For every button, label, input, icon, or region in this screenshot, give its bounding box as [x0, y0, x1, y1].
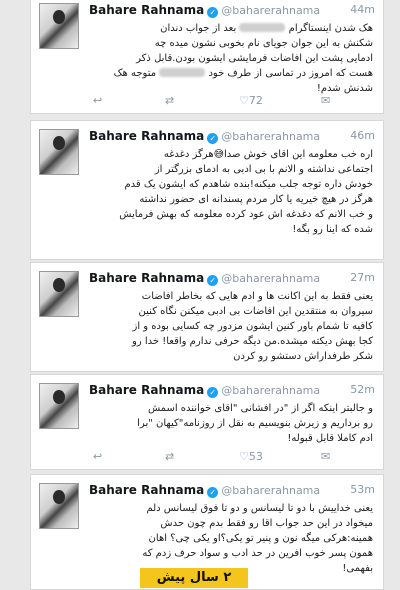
message-icon[interactable]: ✉: [321, 449, 330, 465]
tweet-line: اجتماعی نداشته و الانم با بی ادبی به ادم…: [154, 164, 373, 175]
tweet-line: هک شدن اینستاگرام بعد از جواب دندان: [160, 23, 373, 34]
tweet-line: و جالبتر اینکه اگر از "در افشانی "اقای خ…: [147, 403, 373, 414]
tweet-line: ادمایی پشت این افاضات فرمایشی ایشون بودن…: [136, 53, 373, 64]
retweet-icon[interactable]: ⇄: [165, 93, 174, 109]
verified-badge-icon: ✓: [207, 387, 219, 398]
blurred-name: [159, 68, 206, 77]
avatar[interactable]: [39, 129, 79, 175]
avatar[interactable]: [39, 383, 79, 429]
time-ago-banner: ۲ سال پیش: [140, 568, 248, 588]
timestamp[interactable]: 53m: [350, 481, 375, 499]
reply-icon[interactable]: ↩: [93, 449, 102, 465]
tweet-line: رو برداریم و زیرش بنویسیم به نقل از روزن…: [137, 418, 373, 429]
timestamp[interactable]: 27m: [350, 269, 375, 287]
handle[interactable]: @baharerahnama: [221, 130, 320, 143]
tweet-line: کجا بهش دیکته میشده.من دیگه حرفی ندارم و…: [132, 336, 373, 347]
tweet-line: شده که اینا رو بگه!: [292, 224, 373, 235]
tweet-header: Bahare Rahnama ✓ @baharerahnama 52m: [89, 381, 375, 399]
tweet-line: میخواد در این حد جواب اقا رو فقط بدم چون…: [160, 518, 373, 529]
avatar[interactable]: [39, 3, 79, 49]
verified-badge-icon: ✓: [207, 487, 219, 498]
tweet-line: و خب الانم که دغدغه اش عود کرده معلومه ک…: [119, 209, 373, 220]
tweet-line: سیروان به منتقدین این افاضات بی ادبی میک…: [138, 306, 373, 317]
tweet[interactable]: Bahare Rahnama ✓ @baharerahnama 27m یعنی ف…: [30, 262, 384, 372]
tweet-actions: ↩ ⇄ ♡53 ✉: [89, 449, 373, 465]
tweet-line: خودش داره توجه جلب میکنه!بنده شاهدم که ا…: [124, 179, 373, 190]
handle[interactable]: @baharerahnama: [221, 484, 320, 497]
verified-badge-icon: ✓: [207, 7, 219, 18]
tweet-line: هرگز در هیچ خیریه یا کار مردم پسندانه ای…: [139, 194, 373, 205]
timestamp[interactable]: 52m: [350, 381, 375, 399]
tweet-text: یعنی خداییش با دو تا لیسانس و دو تا فوق …: [89, 501, 373, 576]
tweet[interactable]: Bahare Rahnama ✓ @baharerahnama 46m اره خب…: [30, 120, 384, 260]
heart-icon: ♡: [239, 94, 249, 107]
tweet-header: Bahare Rahnama ✓ @baharerahnama 53m: [89, 481, 375, 499]
tweet-line: شکنش به این جوان جویای نام بخوبی نشون می…: [154, 38, 373, 49]
tweet-text: اره خب معلومه این اقای خوش صدا😅هرگز دغدغ…: [89, 147, 373, 237]
tweet-line: کافیه تا شمام باور کنین ایشون مزدور چه ک…: [132, 321, 373, 332]
tweet-line: همون پسر خوب افرین در حد ادب و سواد حرف …: [142, 548, 373, 559]
tweet-line: شکر طرفداراش دستشو رو کردن: [233, 351, 373, 362]
tweet-feed: Bahare Rahnama ✓ @baharerahnama 44m هک شدن…: [0, 0, 400, 590]
message-icon[interactable]: ✉: [321, 93, 330, 109]
tweet[interactable]: Bahare Rahnama ✓ @baharerahnama 44m هک شدن…: [30, 0, 384, 114]
tweet[interactable]: Bahare Rahnama ✓ @baharerahnama 52m و جالب…: [30, 374, 384, 470]
like-button[interactable]: ♡72: [239, 93, 263, 109]
like-count: 72: [248, 94, 263, 107]
timestamp[interactable]: 46m: [350, 127, 375, 145]
tweet-actions: ↩ ⇄ ♡72 ✉: [89, 93, 373, 109]
tweet-line: ادم کاملا قابل قبوله!: [287, 433, 373, 444]
display-name[interactable]: Bahare Rahnama: [89, 3, 204, 17]
tweet-header: Bahare Rahnama ✓ @baharerahnama 44m: [89, 1, 375, 19]
display-name[interactable]: Bahare Rahnama: [89, 383, 204, 397]
tweet-text: و جالبتر اینکه اگر از "در افشانی "اقای خ…: [89, 401, 373, 446]
handle[interactable]: @baharerahnama: [221, 272, 320, 285]
tweet-line: همینه:هرکی میگه نون و پنیر تو یکی؟او یکی…: [148, 533, 373, 544]
like-button[interactable]: ♡53: [239, 449, 263, 465]
avatar[interactable]: [39, 271, 79, 317]
avatar[interactable]: [39, 483, 79, 529]
blurred-name: [239, 23, 286, 32]
like-count: 53: [248, 450, 263, 463]
tweet-text: هک شدن اینستاگرام بعد از جواب دندان شکنش…: [89, 21, 373, 96]
verified-badge-icon: ✓: [207, 133, 219, 144]
tweet-header: Bahare Rahnama ✓ @baharerahnama 46m: [89, 127, 375, 145]
handle[interactable]: @baharerahnama: [221, 4, 320, 17]
verified-badge-icon: ✓: [207, 275, 219, 286]
tweet-header: Bahare Rahnama ✓ @baharerahnama 27m: [89, 269, 375, 287]
tweet-line: یعنی فقط به این اکانت ها و ادم هایی که ب…: [141, 291, 373, 302]
display-name[interactable]: Bahare Rahnama: [89, 271, 204, 285]
tweet-text: یعنی فقط به این اکانت ها و ادم هایی که ب…: [89, 289, 373, 364]
tweet-line: یعنی خداییش با دو تا لیسانس و دو تا فوق …: [146, 503, 373, 514]
heart-icon: ♡: [239, 450, 249, 463]
reply-icon[interactable]: ↩: [93, 93, 102, 109]
tweet-line: اره خب معلومه این اقای خوش صدا😅هرگز دغدغ…: [163, 149, 373, 160]
retweet-icon[interactable]: ⇄: [165, 449, 174, 465]
display-name[interactable]: Bahare Rahnama: [89, 483, 204, 497]
timestamp[interactable]: 44m: [350, 1, 375, 19]
display-name[interactable]: Bahare Rahnama: [89, 129, 204, 143]
handle[interactable]: @baharerahnama: [221, 384, 320, 397]
tweet-line: هست که امروز در تماسی از طرف خود متوجه ه…: [113, 68, 373, 79]
